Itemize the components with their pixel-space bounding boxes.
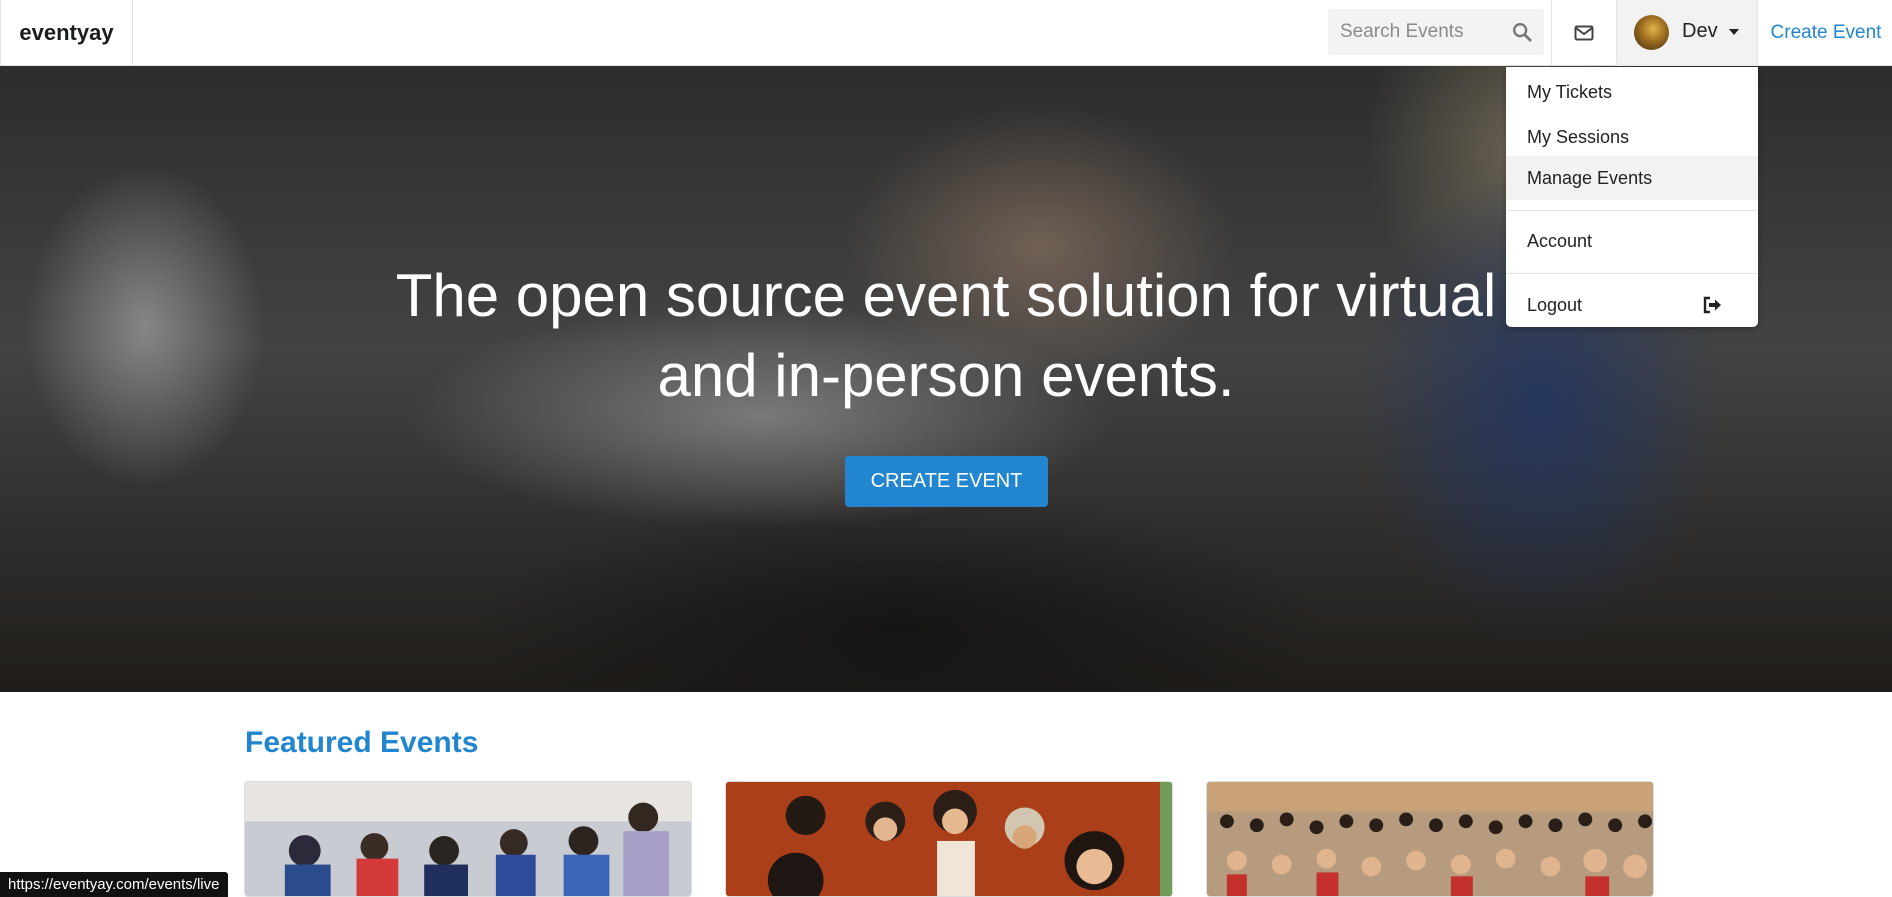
menu-item-manage-events[interactable]: Manage Events (1506, 156, 1758, 200)
user-name: Dev (1682, 20, 1718, 42)
event-card[interactable] (244, 781, 692, 897)
user-menu-button[interactable]: Dev (1616, 0, 1758, 66)
top-navbar: eventyay Dev Create Event (0, 0, 1892, 66)
sign-out-icon (1703, 296, 1721, 314)
hero-title-line-2: and in-person events. (657, 342, 1235, 409)
menu-item-my-tickets[interactable]: My Tickets (1506, 70, 1758, 114)
menu-item-my-sessions[interactable]: My Sessions (1506, 115, 1758, 159)
brand-logo[interactable]: eventyay (0, 0, 133, 66)
event-card[interactable] (725, 781, 1173, 897)
search-icon[interactable] (1511, 21, 1533, 43)
menu-divider (1506, 273, 1758, 274)
create-event-link[interactable]: Create Event (1760, 0, 1892, 66)
search-box (1328, 9, 1544, 55)
messages-button[interactable] (1552, 0, 1615, 66)
event-card[interactable] (1206, 781, 1654, 897)
featured-events-heading: Featured Events (245, 726, 479, 759)
avatar (1634, 15, 1669, 50)
hero-create-event-button[interactable]: CREATE EVENT (845, 456, 1048, 507)
event-card-image (245, 782, 691, 896)
status-bar-url: https://eventyay.com/events/live (0, 872, 228, 897)
menu-item-logout-label: Logout (1527, 294, 1583, 315)
envelope-icon (1574, 25, 1593, 41)
event-card-image (726, 782, 1172, 896)
user-dropdown-menu: My Tickets My Sessions Manage Events Acc… (1506, 67, 1758, 327)
caret-down-icon (1729, 29, 1739, 35)
menu-item-account[interactable]: Account (1506, 219, 1758, 263)
menu-divider (1506, 210, 1758, 211)
search-input[interactable] (1328, 9, 1508, 55)
menu-item-logout[interactable]: Logout (1506, 283, 1758, 327)
event-card-image (1207, 782, 1653, 896)
